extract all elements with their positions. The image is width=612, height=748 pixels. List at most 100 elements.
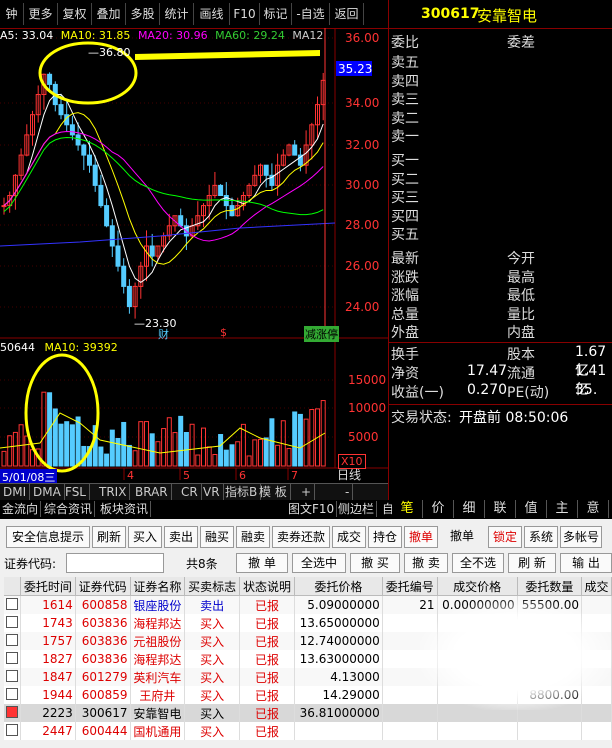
row-checkbox[interactable] (4, 632, 21, 650)
col-4[interactable]: 状态说明 (239, 577, 295, 596)
toolbar-item-5[interactable]: 统计 (160, 3, 194, 25)
checkbox[interactable] (6, 615, 18, 628)
filter-btn-3[interactable]: 撤 卖 (404, 553, 448, 573)
indicator-tab-8[interactable]: 模 板 (256, 484, 291, 501)
filter-btn-2[interactable]: 撤 买 (350, 553, 400, 573)
side-tab-3[interactable]: 联 (485, 500, 516, 518)
sub-tab-2[interactable]: 板块资讯 (98, 501, 152, 517)
row-checkbox[interactable] (4, 595, 21, 614)
toolbar-item-7[interactable]: F10 (230, 3, 260, 25)
filter-btn-6[interactable]: 输 出 (560, 553, 612, 573)
indicator-tab-0[interactable]: DMI (0, 484, 31, 501)
checkbox[interactable] (6, 651, 18, 664)
checkbox[interactable] (6, 705, 18, 718)
indicator-tab-10[interactable]: - (342, 484, 354, 501)
row-checkbox[interactable] (4, 614, 21, 632)
trade-btn-5[interactable]: 融卖 (236, 526, 270, 548)
trade-btn-2[interactable]: 买入 (128, 526, 162, 548)
indicator-tab-5[interactable]: CR (178, 484, 202, 501)
col-8[interactable]: 委托数量 (517, 577, 582, 596)
quote-row-1: 涨跌 最高 (389, 267, 612, 286)
candle-body (218, 184, 224, 196)
table-row[interactable]: 2447 600444 国机通用 买入 已报 (4, 722, 612, 740)
trade-btn-1[interactable]: 刷新 (92, 526, 126, 548)
col-6[interactable]: 委托编号 (382, 577, 438, 596)
row-checkbox[interactable] (4, 722, 21, 740)
toolbar-item-4[interactable]: 多股 (126, 3, 160, 25)
volume-bar (149, 433, 155, 467)
col-2[interactable]: 证券名称 (130, 577, 186, 596)
indicator-tab-1[interactable]: DMA (30, 484, 65, 501)
col-3[interactable]: 买卖标志 (184, 577, 241, 596)
period-label[interactable]: 日线 (337, 466, 361, 483)
filter-btn-1[interactable]: 全选中 (292, 553, 346, 573)
col-1[interactable]: 证券代码 (75, 577, 131, 596)
row-checkbox[interactable] (4, 686, 21, 704)
toolbar-item-6[interactable]: 画线 (194, 3, 230, 25)
checkbox[interactable] (6, 687, 18, 700)
kline-chart[interactable]: 36.00 35.23 34.00 32.00 30.00 28.00 26.00 24.00… (0, 28, 388, 500)
trade-btn-12[interactable]: 系统 (524, 526, 558, 548)
ask-row-1-label: 卖四 (391, 73, 419, 90)
trade-btn-9[interactable]: 撤单 (404, 526, 438, 548)
side-tab-5[interactable]: 主 (547, 500, 578, 518)
price-tick-2: 34.00 (345, 96, 379, 110)
toolbar-item-1[interactable]: 更多 (24, 3, 58, 25)
indicator-tab-2[interactable]: FSL (62, 484, 90, 501)
trade-btn-13[interactable]: 多帐号 (560, 526, 602, 548)
candle-body (75, 134, 81, 146)
filter-btn-0[interactable]: 撤 单 (236, 553, 288, 573)
volume-bar (64, 421, 70, 467)
row-checkbox[interactable] (4, 704, 21, 722)
side-tab-6[interactable]: 意 (578, 500, 609, 518)
col-9[interactable]: 成交 (581, 577, 612, 596)
dollar-marker[interactable]: $ (220, 326, 227, 339)
sub-tab-3[interactable]: 图文F10 (286, 501, 338, 517)
toolbar-item-3[interactable]: 叠加 (92, 3, 126, 25)
toolbar-item-2[interactable]: 复权 (58, 3, 92, 25)
indicator-tab-6[interactable]: VR (200, 484, 224, 501)
toolbar-item-8[interactable]: 标记 (260, 3, 292, 25)
trade-btn-3[interactable]: 卖出 (164, 526, 198, 548)
trade-btn-11[interactable]: 锁定 (488, 526, 522, 548)
trade-btn-7[interactable]: 成交 (332, 526, 366, 548)
checkbox[interactable] (6, 597, 18, 610)
trade-btn-0[interactable]: 安全信息提示 (6, 526, 90, 548)
row-checkbox[interactable] (4, 650, 21, 668)
toolbar-item-9[interactable]: -自选 (292, 3, 330, 25)
checkbox[interactable] (6, 723, 18, 736)
trade-btn-6[interactable]: 卖券还款 (272, 526, 330, 548)
filter-btn-5[interactable]: 刷 新 (508, 553, 556, 573)
indicator-tab-4[interactable]: BRAR (132, 484, 172, 501)
side-tab-4[interactable]: 值 (516, 500, 547, 518)
cell-2: 国机通用 (130, 722, 186, 740)
sub-tab-0[interactable]: 金流向 (0, 501, 42, 517)
col-0[interactable]: 委托时间 (20, 577, 76, 596)
col-7[interactable]: 成交价格 (437, 577, 518, 596)
side-tab-1[interactable]: 价 (423, 500, 454, 518)
checkbox[interactable] (6, 633, 18, 646)
trade-btn-10[interactable]: 撤单 (440, 526, 484, 546)
cell-3: 买入 (184, 668, 241, 686)
candle-body (292, 144, 298, 156)
checkbox[interactable] (6, 669, 18, 682)
code-input[interactable] (66, 553, 164, 573)
toolbar-item-0[interactable]: 钟 (0, 3, 24, 25)
col-5[interactable]: 委托价格 (294, 577, 383, 596)
sub-tab-4[interactable]: 侧边栏 (336, 501, 378, 517)
indicator-tab-3[interactable]: TRIX (96, 484, 131, 501)
trade-btn-4[interactable]: 融买 (200, 526, 234, 548)
jzb-marker[interactable]: 减涨停 (304, 326, 339, 342)
cell-0: 1847 (20, 668, 76, 686)
side-tab-2[interactable]: 细 (454, 500, 485, 518)
volume-bar (1, 450, 7, 467)
toolbar-item-10[interactable]: 返回 (330, 3, 364, 25)
cai-marker[interactable]: 财 (158, 326, 169, 342)
indicator-tab-9[interactable]: + (298, 484, 316, 501)
filter-btn-4[interactable]: 全不选 (452, 553, 504, 573)
sub-tab-1[interactable]: 综合资讯 (42, 501, 96, 517)
side-tab-0[interactable]: 笔 (392, 500, 423, 518)
row-checkbox[interactable] (4, 668, 21, 686)
trade-btn-8[interactable]: 持仓 (368, 526, 402, 548)
divider (389, 342, 612, 343)
